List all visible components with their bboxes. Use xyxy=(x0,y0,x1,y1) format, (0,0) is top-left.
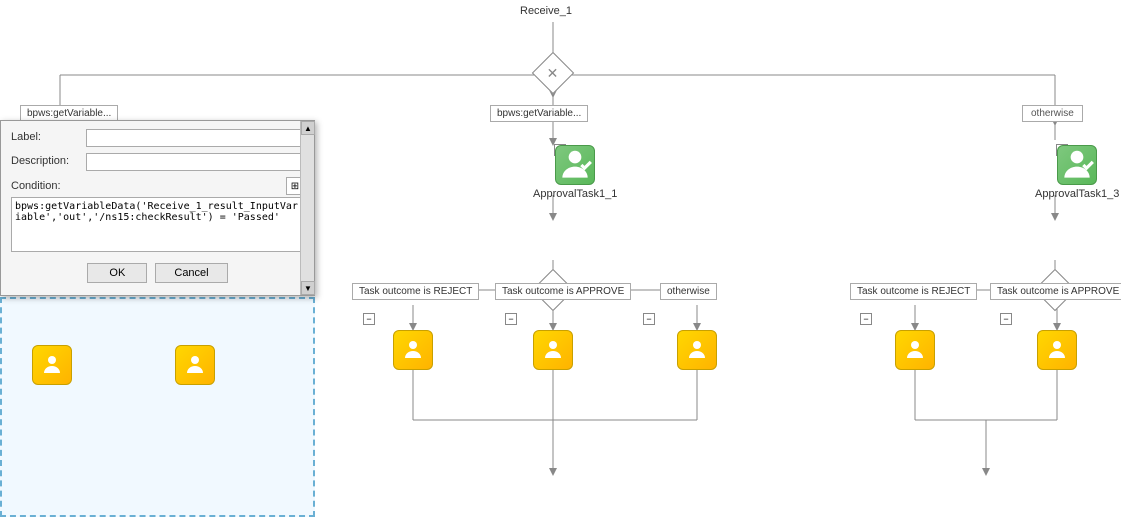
description-row: Description: xyxy=(11,153,304,171)
approval-task-1-label: ApprovalTask1_1 xyxy=(533,188,617,200)
cancel-button[interactable]: Cancel xyxy=(155,263,227,283)
scrollbar-track xyxy=(301,135,314,281)
condition-section-label: Condition: xyxy=(11,180,61,192)
dialog-buttons: OK Cancel xyxy=(11,263,304,283)
otherwise-top: otherwise xyxy=(1022,105,1083,122)
approval-task-1[interactable]: + ApprovalTask1_1 xyxy=(533,145,617,200)
expand-reject-right[interactable]: − xyxy=(860,313,872,325)
condition-approve-center[interactable]: Task outcome is APPROVE xyxy=(495,283,631,300)
scrollbar-down[interactable]: ▼ xyxy=(301,281,315,295)
approval-task-icon xyxy=(556,146,594,184)
receive-node: Receive_1 xyxy=(520,5,572,17)
condition-reject-right[interactable]: Task outcome is REJECT xyxy=(850,283,977,300)
condition-approve-right[interactable]: Task outcome is APPROVE xyxy=(990,283,1121,300)
condition-section: Condition: ⊞ bpws:getVariableData('Recei… xyxy=(11,177,304,255)
ok-button[interactable]: OK xyxy=(87,263,147,283)
task-bottomleft-2[interactable] xyxy=(175,345,215,385)
description-field-label: Description: xyxy=(11,153,86,167)
expand-otherwise-center[interactable]: − xyxy=(643,313,655,325)
workflow-canvas: Receive_1 ✕ bpws:getVariable... bpws:get… xyxy=(0,0,1121,517)
selected-region xyxy=(0,297,315,517)
task-right-left[interactable] xyxy=(895,330,935,370)
task-center-right[interactable] xyxy=(677,330,717,370)
condition-reject-center[interactable]: Task outcome is REJECT xyxy=(352,283,479,300)
task-icon-center-mid xyxy=(541,338,565,362)
top-gateway[interactable]: ✕ xyxy=(538,58,568,88)
task-center-mid[interactable] xyxy=(533,330,573,370)
task-right-right[interactable] xyxy=(1037,330,1077,370)
scrollbar-up[interactable]: ▲ xyxy=(301,121,315,135)
expand-reject-center[interactable]: − xyxy=(363,313,375,325)
label-input[interactable] xyxy=(86,129,304,147)
task-icon-center-left xyxy=(401,338,425,362)
approval-task-3-label: ApprovalTask1_3 xyxy=(1035,188,1119,200)
task-center-left[interactable] xyxy=(393,330,433,370)
description-input[interactable] xyxy=(86,153,304,171)
task-icon-center-right xyxy=(685,338,709,362)
expand-approve-center[interactable]: − xyxy=(505,313,517,325)
task-icon-bl1 xyxy=(40,353,64,377)
task-icon-right-left xyxy=(903,338,927,362)
receive-label: Receive_1 xyxy=(520,5,572,17)
approval-task-3-icon xyxy=(1058,146,1096,184)
task-icon-right-right xyxy=(1045,338,1069,362)
condition-textarea[interactable]: bpws:getVariableData('Receive_1_result_I… xyxy=(11,197,304,252)
condition-otherwise-center[interactable]: otherwise xyxy=(660,283,717,300)
task-icon-bl2 xyxy=(183,353,207,377)
task-bottomleft-1[interactable] xyxy=(32,345,72,385)
expand-approve-right[interactable]: − xyxy=(1000,313,1012,325)
condition-dialog: Label: Description: Condition: ⊞ bpws:ge… xyxy=(0,120,315,296)
label-field-label: Label: xyxy=(11,129,86,143)
getvar-center[interactable]: bpws:getVariable... xyxy=(490,105,588,122)
approval-task-3[interactable]: + ApprovalTask1_3 xyxy=(1035,145,1119,200)
top-gateway-symbol: ✕ xyxy=(547,64,559,81)
label-row: Label: xyxy=(11,129,304,147)
dialog-scrollbar[interactable]: ▲ ▼ xyxy=(300,121,314,295)
